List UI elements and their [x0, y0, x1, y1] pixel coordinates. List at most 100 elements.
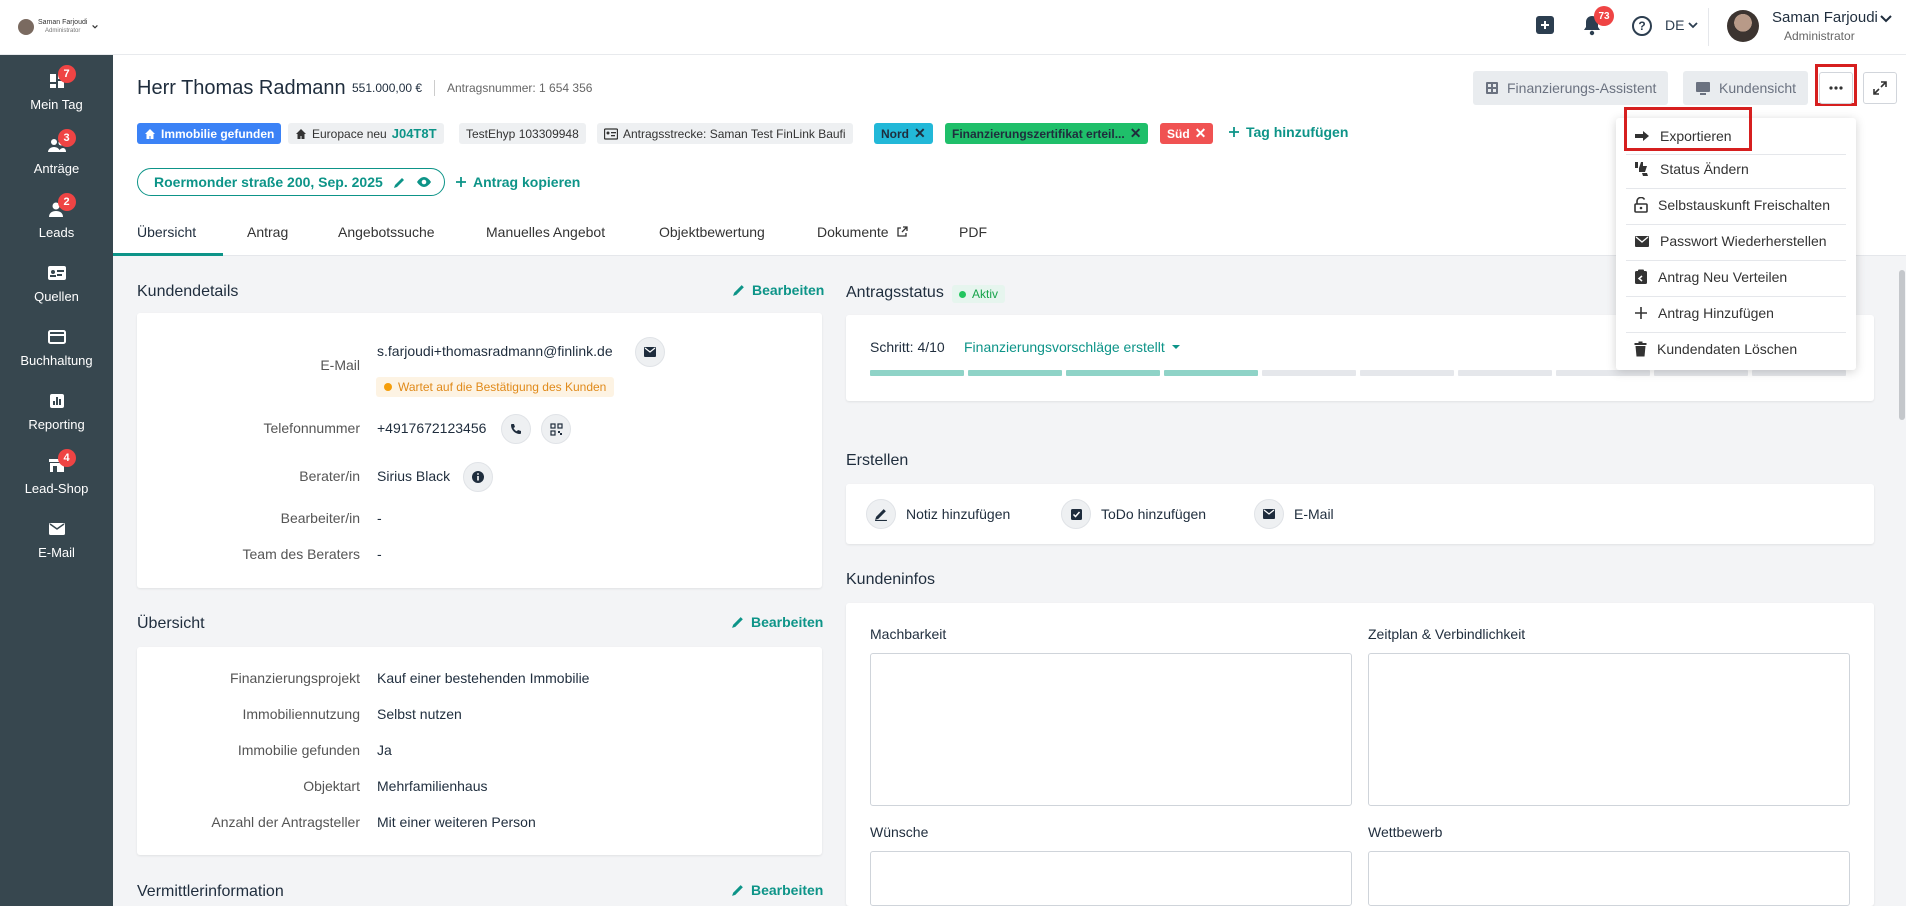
add-todo-button[interactable]: ToDo hinzufügen — [1061, 499, 1206, 529]
menu-item-antrag-hinzufuegen[interactable]: Antrag Hinzufügen — [1616, 295, 1856, 331]
finanzierungs-assistent-button[interactable]: Finanzierungs-Assistent — [1473, 71, 1669, 105]
wuensche-textarea[interactable] — [870, 851, 1352, 906]
checkbox-icon — [1070, 508, 1082, 520]
menu-item-neu-verteilen[interactable]: Antrag Neu Verteilen — [1616, 259, 1856, 295]
eye-icon[interactable] — [416, 176, 432, 188]
sidebar-item-reporting[interactable]: Reporting — [0, 383, 113, 443]
phone-label: Telefonnummer — [263, 420, 361, 436]
phone-value: +4917672123456 — [377, 420, 487, 436]
top-bar: Saman Farjoudi Administrator 73 ? DE Sam… — [0, 0, 1906, 55]
chevron-down-icon[interactable] — [1880, 14, 1892, 24]
tag-sued[interactable]: Süd ✕ — [1160, 123, 1214, 144]
tab-angebotssuche[interactable]: Angebotssuche — [338, 224, 435, 240]
divider — [434, 80, 435, 96]
step-selector[interactable]: Finanzierungsvorschläge erstellt — [964, 339, 1181, 355]
zeitplan-textarea[interactable] — [1368, 653, 1850, 806]
tag-label: Finanzierungszertifikat erteil... — [952, 126, 1125, 141]
send-email-button[interactable] — [635, 337, 665, 367]
row-label: Finanzierungsprojekt — [230, 670, 360, 686]
sidebar-item-antraege[interactable]: 3 Anträge — [0, 127, 113, 187]
tab-pdf[interactable]: PDF — [959, 224, 987, 240]
language-selector[interactable]: DE — [1665, 17, 1699, 33]
menu-item-passwort[interactable]: Passwort Wiederherstellen — [1616, 223, 1856, 259]
tag-nord[interactable]: Nord ✕ — [874, 123, 933, 144]
email-value: s.farjoudi+thomasradmann@finlink.de — [377, 343, 613, 359]
edit-vermittler-button[interactable]: Bearbeiten — [731, 882, 823, 898]
team-value: - — [377, 546, 382, 562]
create-email-button[interactable]: E-Mail — [1254, 499, 1334, 529]
row-value: Mit einer weiteren Person — [377, 814, 536, 830]
finanzierungs-assistent-label: Finanzierungs-Assistent — [1507, 80, 1657, 96]
sidebar-item-leads[interactable]: 2 Leads — [0, 191, 113, 251]
call-button[interactable] — [501, 414, 531, 444]
sidebar-item-mein-tag[interactable]: 7 Mein Tag — [0, 63, 113, 123]
pencil-icon[interactable] — [393, 176, 406, 189]
sidebar-badge: 7 — [57, 65, 76, 83]
brand-user-switcher[interactable]: Saman Farjoudi Administrator — [18, 10, 104, 44]
tag-testehyp[interactable]: TestEhyp 103309948 — [459, 123, 586, 144]
berater-info-button[interactable] — [463, 462, 493, 492]
brand-avatar — [18, 19, 34, 35]
qr-code-button[interactable] — [541, 414, 571, 444]
tab-manuelles-angebot[interactable]: Manuelles Angebot — [486, 224, 605, 240]
credit-card-icon — [47, 330, 66, 344]
add-button[interactable] — [1536, 16, 1554, 34]
address-pill[interactable]: Roermonder straße 200, Sep. 2025 — [137, 168, 445, 196]
tab-objektbewertung[interactable]: Objektbewertung — [659, 224, 765, 240]
sidebar-badge: 2 — [57, 193, 76, 211]
more-horizontal-icon — [1829, 86, 1843, 90]
menu-item-label: Antrag Neu Verteilen — [1658, 269, 1788, 285]
wettbewerb-label: Wettbewerb — [1368, 824, 1443, 840]
tab-dokumente[interactable]: Dokumente — [817, 224, 909, 240]
close-icon[interactable]: ✕ — [1195, 125, 1207, 142]
menu-item-selbstauskunft[interactable]: Selbstauskunft Freischalten — [1616, 187, 1856, 223]
email-label: E-Mail — [320, 357, 360, 373]
chevron-down-icon — [1688, 22, 1699, 29]
close-icon[interactable]: ✕ — [914, 125, 926, 142]
menu-item-status-aendern[interactable]: Status Ändern — [1616, 151, 1856, 187]
tag-europace[interactable]: Europace neu J04T8T — [288, 123, 444, 144]
edit-label: Bearbeiten — [751, 882, 824, 898]
user-avatar[interactable] — [1727, 10, 1759, 42]
more-actions-button[interactable] — [1819, 72, 1853, 104]
tag-immobilie-gefunden[interactable]: Immobilie gefunden — [137, 123, 282, 144]
copy-application-link[interactable]: Antrag kopieren — [455, 174, 580, 190]
edit-kundendetails-button[interactable]: Bearbeiten — [732, 282, 824, 298]
section-title-kundeninfos: Kundeninfos — [846, 571, 935, 588]
warning-label: Wartet auf die Bestätigung des Kunden — [398, 380, 607, 394]
clipboard-icon — [1635, 269, 1647, 284]
wettbewerb-textarea[interactable] — [1368, 851, 1850, 906]
sidebar-item-quellen[interactable]: Quellen — [0, 255, 113, 315]
europace-code[interactable]: J04T8T — [392, 126, 437, 141]
add-tag-link[interactable]: Tag hinzufügen — [1228, 124, 1348, 140]
kundensicht-button[interactable]: Kundensicht — [1683, 71, 1809, 105]
add-note-button[interactable]: Notiz hinzufügen — [866, 499, 1010, 529]
trash-icon — [1634, 341, 1647, 357]
tab-antrag[interactable]: Antrag — [247, 224, 288, 240]
menu-item-kundendaten-loeschen[interactable]: Kundendaten Löschen — [1616, 331, 1856, 367]
edit-label: Bearbeiten — [751, 614, 824, 630]
user-name[interactable]: Saman Farjoudi — [1772, 9, 1878, 26]
tag-antragsstrecke[interactable]: Antragsstrecke: Saman Test FinLink Baufi — [597, 123, 853, 144]
sidebar-item-lead-shop[interactable]: 4 Lead-Shop — [0, 447, 113, 507]
help-icon[interactable]: ? — [1632, 16, 1652, 36]
sidebar-item-buchhaltung[interactable]: Buchhaltung — [0, 319, 113, 379]
wuensche-label: Wünsche — [870, 824, 929, 840]
menu-item-label: Antrag Hinzufügen — [1658, 305, 1774, 321]
edit-uebersicht-button[interactable]: Bearbeiten — [731, 614, 823, 630]
external-link-icon — [897, 226, 909, 237]
tag-label: Immobilie gefunden — [161, 126, 275, 141]
sidebar-item-label: Reporting — [28, 417, 85, 432]
section-title-uebersicht: Übersicht — [137, 615, 205, 632]
sidebar-item-email[interactable]: E-Mail — [0, 511, 113, 571]
add-note-label: Notiz hinzufügen — [906, 506, 1011, 522]
close-icon[interactable]: ✕ — [1130, 125, 1142, 142]
tag-finanzierungszertifikat[interactable]: Finanzierungszertifikat erteil... ✕ — [945, 123, 1149, 144]
row-value: Ja — [377, 742, 392, 758]
machbarkeit-textarea[interactable] — [870, 653, 1352, 806]
scrollbar-thumb[interactable] — [1899, 270, 1905, 420]
expand-button[interactable] — [1863, 72, 1897, 104]
machbarkeit-label: Machbarkeit — [870, 626, 947, 642]
tag-label: Süd — [1167, 126, 1190, 141]
tab-uebersicht[interactable]: Übersicht — [137, 224, 196, 240]
